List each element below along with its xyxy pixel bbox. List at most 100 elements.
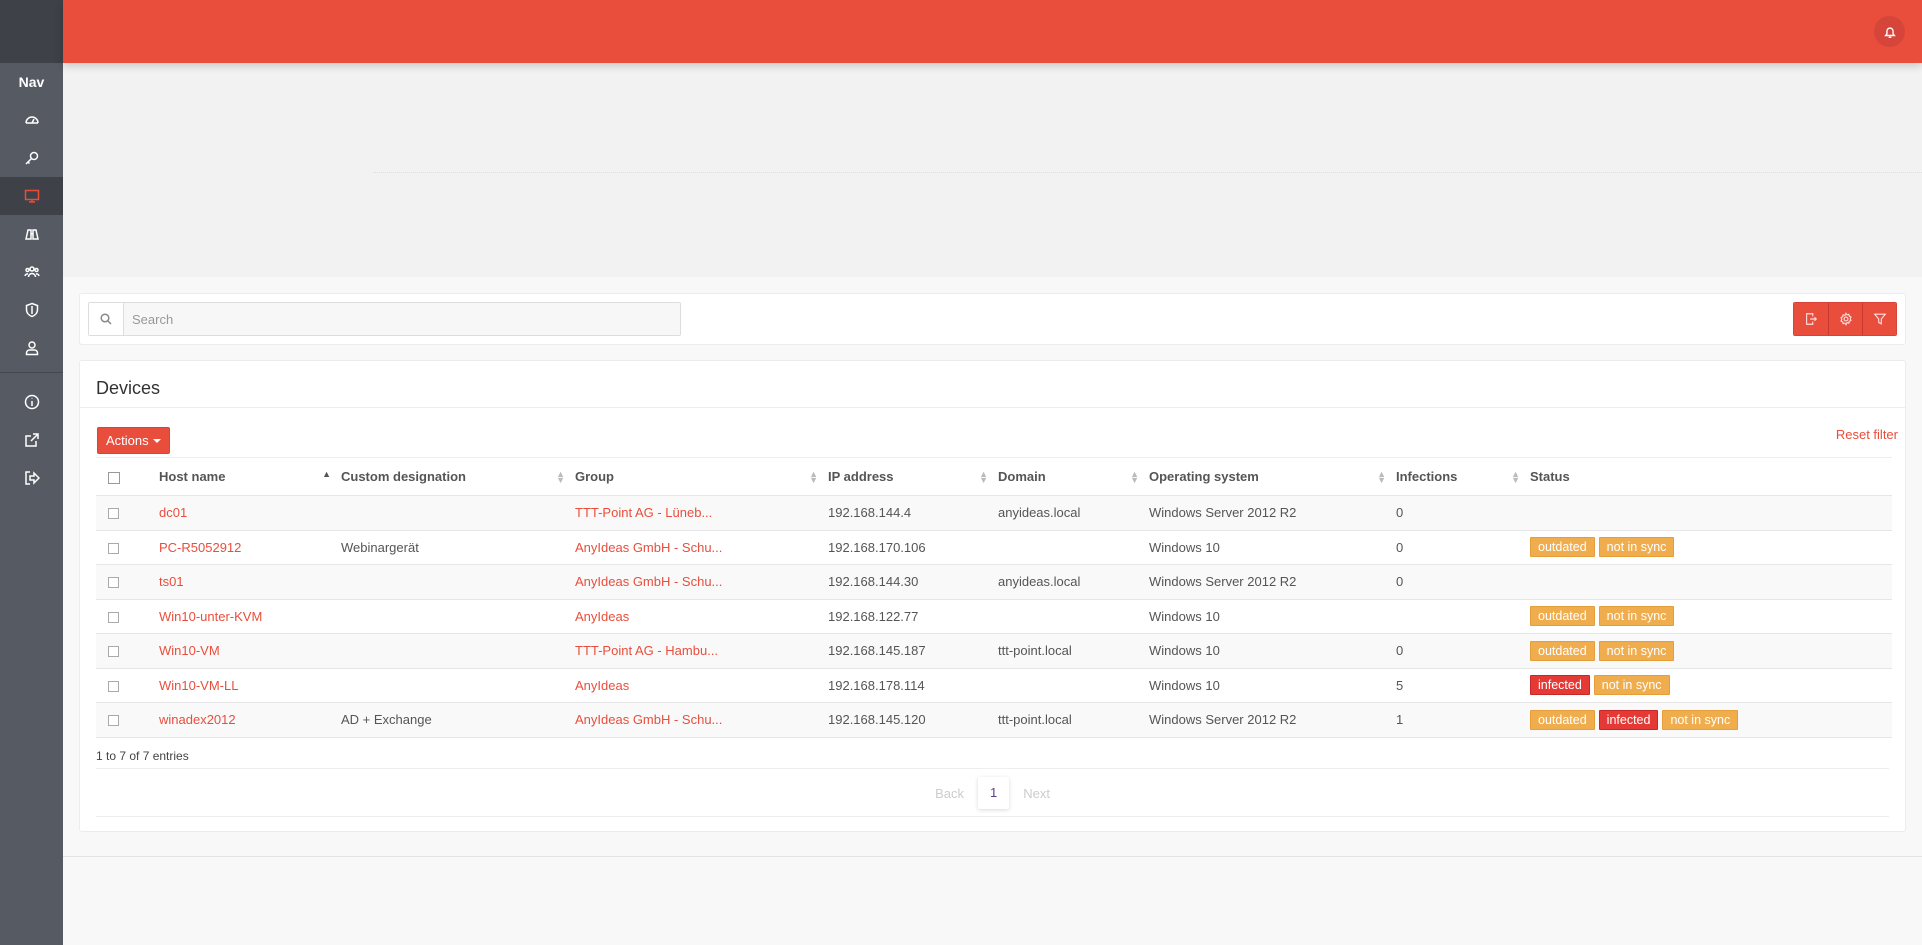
status-badge-infected: infected xyxy=(1530,675,1590,696)
settings-button[interactable] xyxy=(1828,303,1862,335)
host-name-text[interactable]: dc01 xyxy=(159,505,187,520)
sort-icon: ▲ ▼ xyxy=(979,469,988,485)
sidebar-item-security[interactable] xyxy=(0,291,63,329)
cell-select xyxy=(96,702,159,738)
domain-text: ttt-point.local xyxy=(998,643,1072,659)
host-name-text[interactable]: winadex2012 xyxy=(159,712,236,727)
dashboard-gauge-icon xyxy=(24,116,39,124)
column-header-host-name[interactable]: Host name ▲ xyxy=(159,457,341,496)
row-checkbox[interactable] xyxy=(108,715,119,727)
top-bar xyxy=(63,0,1922,63)
reset-filter-link[interactable]: Reset filter xyxy=(1836,427,1898,442)
sidebar-item-logout[interactable] xyxy=(0,459,63,497)
cell-infections: 0 xyxy=(1396,495,1530,531)
host-name-text[interactable]: Win10-VM-LL xyxy=(159,678,238,693)
group-text[interactable]: TTT-Point AG - Hambu... xyxy=(575,643,718,658)
row-checkbox[interactable] xyxy=(108,577,119,589)
column-header-domain[interactable]: Domain ▲ ▼ xyxy=(998,457,1149,496)
infections-text: 0 xyxy=(1396,505,1404,521)
sidebar-item-dashboard[interactable] xyxy=(0,101,63,139)
cell-ip-address: 192.168.144.4 xyxy=(828,495,998,531)
sidebar-item-discovery[interactable] xyxy=(0,215,63,253)
status-badge-notsync: not in sync xyxy=(1598,640,1675,661)
pagination-next-button[interactable]: Next xyxy=(1009,786,1064,801)
devices-panel: Devices Actions Reset filter Host name ▲ … xyxy=(79,360,1906,832)
sidebar-item-licenses[interactable] xyxy=(0,139,63,177)
column-header-group[interactable]: Group ▲ ▼ xyxy=(575,457,828,496)
notifications-button[interactable] xyxy=(1874,16,1905,47)
select-all-checkbox[interactable] xyxy=(108,471,120,484)
row-checkbox[interactable] xyxy=(108,680,119,692)
cell-domain: anyideas.local xyxy=(998,495,1149,531)
actions-dropdown-button[interactable]: Actions xyxy=(97,427,170,454)
row-checkbox[interactable] xyxy=(108,611,119,623)
cell-custom-designation xyxy=(341,564,575,600)
column-header-infections[interactable]: Infections ▲ ▼ xyxy=(1396,457,1530,496)
cell-operating-system: Windows Server 2012 R2 xyxy=(1149,564,1396,600)
row-checkbox[interactable] xyxy=(108,542,119,554)
column-label: Domain xyxy=(998,469,1046,484)
cell-select xyxy=(96,633,159,669)
operating-system-text: Windows Server 2012 R2 xyxy=(1149,712,1297,728)
sidebar: Nav xyxy=(0,0,63,945)
search-input[interactable] xyxy=(124,303,680,335)
cell-host-name: Win10-VM xyxy=(159,633,341,669)
column-label: Host name xyxy=(159,469,226,484)
filter-button[interactable] xyxy=(1862,303,1896,335)
group-text[interactable]: AnyIdeas xyxy=(575,678,629,693)
sidebar-divider xyxy=(0,372,63,373)
group-text[interactable]: TTT-Point AG - Lüneb... xyxy=(575,505,712,520)
sort-ascending-icon: ▲ xyxy=(322,469,331,479)
search-addon xyxy=(89,303,124,335)
host-name-text[interactable]: Win10-VM xyxy=(159,643,220,658)
table-row: Win10-unter-KVM AnyIdeas 192.168.122.77 Win… xyxy=(96,599,1892,634)
group-text[interactable]: AnyIdeas GmbH - Schu... xyxy=(575,712,722,727)
sidebar-item-external[interactable] xyxy=(0,421,63,459)
status-badge-notsync: not in sync xyxy=(1598,537,1675,558)
cell-host-name: ts01 xyxy=(159,564,341,600)
operating-system-text: Windows Server 2012 R2 xyxy=(1149,574,1297,590)
pagination-divider-top xyxy=(96,768,1889,769)
table-row: winadex2012 AD + Exchange AnyIdeas GmbH - … xyxy=(96,702,1892,738)
status-badge-notsync: not in sync xyxy=(1598,606,1675,627)
infections-text: 0 xyxy=(1396,643,1404,659)
group-text[interactable]: AnyIdeas xyxy=(575,609,629,624)
operating-system-text: Windows Server 2012 R2 xyxy=(1149,505,1297,521)
sort-icon: ▲ ▼ xyxy=(1511,469,1520,485)
column-header-custom-designation[interactable]: Custom designation ▲ ▼ xyxy=(341,457,575,496)
column-header-ip-address[interactable]: IP address ▲ ▼ xyxy=(828,457,998,496)
host-name-text[interactable]: PC-R5052912 xyxy=(159,540,241,555)
cell-ip-address: 192.168.145.120 xyxy=(828,702,998,738)
sidebar-item-devices[interactable] xyxy=(0,177,63,215)
cell-custom-designation xyxy=(341,495,575,531)
pagination-back-button[interactable]: Back xyxy=(921,786,978,801)
cell-select xyxy=(96,668,159,703)
user-icon xyxy=(25,341,38,356)
sidebar-item-account[interactable] xyxy=(0,329,63,367)
sidebar-item-info[interactable] xyxy=(0,383,63,421)
cell-ip-address: 192.168.178.114 xyxy=(828,668,998,703)
page-title: Devices xyxy=(96,378,161,398)
export-icon xyxy=(1806,313,1818,325)
group-text[interactable]: AnyIdeas GmbH - Schu... xyxy=(575,574,722,589)
row-checkbox[interactable] xyxy=(108,646,119,658)
column-header-operating-system[interactable]: Operating system ▲ ▼ xyxy=(1149,457,1396,496)
status-badge-outdated: outdated xyxy=(1530,709,1595,730)
binoculars-icon xyxy=(24,229,39,240)
export-button[interactable] xyxy=(1794,303,1828,335)
actions-label: Actions xyxy=(106,433,149,448)
row-checkbox[interactable] xyxy=(108,508,119,520)
domain-text: anyideas.local xyxy=(998,505,1081,521)
cell-operating-system: Windows 10 xyxy=(1149,633,1396,669)
status-badge-notsync: not in sync xyxy=(1662,709,1739,730)
sidebar-item-groups[interactable] xyxy=(0,253,63,291)
toolbar-button-group xyxy=(1793,302,1897,336)
pagination-page-1[interactable]: 1 xyxy=(977,777,1010,809)
sort-icon: ▲ ▼ xyxy=(556,469,565,485)
host-name-text[interactable]: ts01 xyxy=(159,574,184,589)
group-text[interactable]: AnyIdeas GmbH - Schu... xyxy=(575,540,722,555)
host-name-text[interactable]: Win10-unter-KVM xyxy=(159,609,262,624)
infections-text: 0 xyxy=(1396,574,1404,590)
nav-title: Nav xyxy=(18,74,45,90)
cell-status: outdated not in sync xyxy=(1530,599,1892,634)
